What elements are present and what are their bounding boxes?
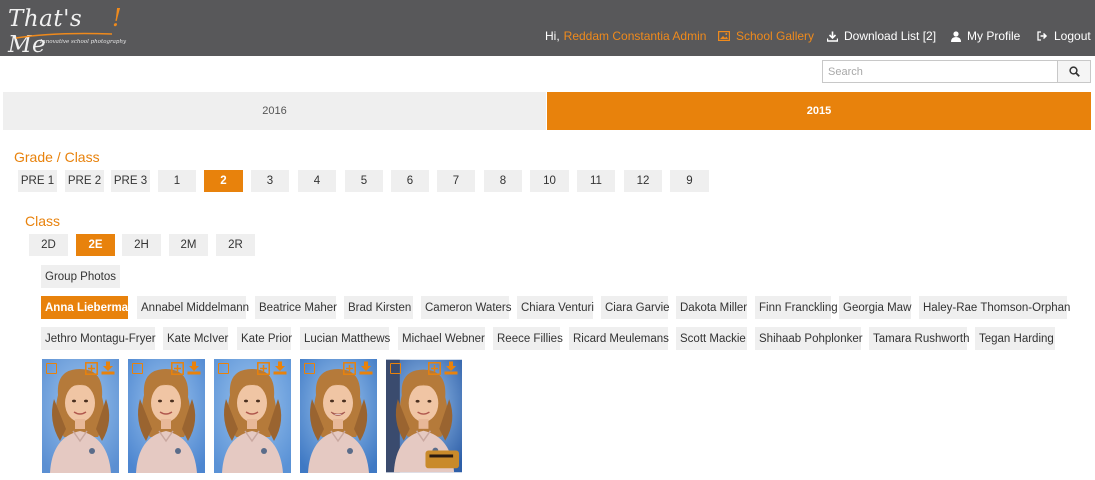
grade-chip-pre-3[interactable]: PRE 3: [111, 170, 150, 192]
download-icon[interactable]: [187, 361, 201, 375]
expand-icon[interactable]: [428, 362, 441, 375]
photo-toolbar: [128, 361, 205, 377]
expand-icon[interactable]: [257, 362, 270, 375]
select-checkbox-icon[interactable]: [132, 363, 143, 374]
student-haley-rae-thomson-orphan[interactable]: Haley-Rae Thomson-Orphan: [919, 296, 1070, 319]
student-georgia-maw[interactable]: Georgia Maw: [839, 296, 911, 319]
student-kate-prior[interactable]: Kate Prior: [237, 327, 292, 350]
student-tamara-rushworth[interactable]: Tamara Rushworth: [869, 327, 970, 350]
student-ciara-garvie[interactable]: Ciara Garvie: [601, 296, 670, 319]
class-chip-2m[interactable]: 2M: [169, 234, 208, 256]
top-navbar: That's Me ! Innovative school photograph…: [0, 0, 1095, 58]
grade-chip-5[interactable]: 5: [345, 170, 383, 192]
grade-class-heading: Grade / Class: [14, 149, 100, 165]
class-chip-2h[interactable]: 2H: [122, 234, 161, 256]
student-ricard-meulemans[interactable]: Ricard Meulemans: [569, 327, 669, 350]
download-icon[interactable]: [273, 361, 287, 375]
grade-chip-8[interactable]: 8: [484, 170, 522, 192]
my-profile-link[interactable]: My Profile: [951, 29, 1020, 43]
student-photo[interactable]: [214, 359, 291, 473]
student-annabel-middelmann[interactable]: Annabel Middelmann: [137, 296, 249, 319]
search-input[interactable]: [822, 60, 1057, 83]
grade-chip-4[interactable]: 4: [298, 170, 336, 192]
logo-exclamation: !: [112, 4, 122, 32]
user-name-link[interactable]: Reddam Constantia Admin: [564, 29, 707, 43]
school-gallery-label: School Gallery: [736, 29, 815, 43]
search-button[interactable]: [1057, 60, 1091, 83]
grade-chip-10[interactable]: 10: [530, 170, 569, 192]
class-chip-2e[interactable]: 2E: [76, 234, 115, 256]
class-chip-2r[interactable]: 2R: [216, 234, 255, 256]
thats-me-logo[interactable]: That's Me ! Innovative school photograph…: [6, 4, 127, 58]
download-list-link[interactable]: Download List [2]: [827, 29, 936, 43]
select-checkbox-icon[interactable]: [46, 363, 57, 374]
expand-icon[interactable]: [343, 362, 356, 375]
student-scott-mackie[interactable]: Scott Mackie: [676, 327, 747, 350]
student-chiara-venturi[interactable]: Chiara Venturi: [517, 296, 594, 319]
logout-icon: [1037, 31, 1048, 41]
grade-chip-2[interactable]: 2: [204, 170, 243, 192]
year-tab-2016[interactable]: 2016: [3, 92, 546, 130]
download-list-label: Download List [2]: [844, 29, 937, 43]
student-anna-lieberman[interactable]: Anna Lieberman: [41, 296, 135, 319]
student-reece-fillies[interactable]: Reece Fillies: [493, 327, 563, 350]
download-icon: [827, 31, 838, 42]
class-chip-2d[interactable]: 2D: [29, 234, 68, 256]
grade-chip-9[interactable]: 9: [670, 170, 709, 192]
student-kate-mciver[interactable]: Kate McIver: [163, 327, 228, 350]
select-checkbox-icon[interactable]: [390, 363, 401, 374]
student-jethro-montagu-fryer[interactable]: Jethro Montagu-Fryer: [41, 327, 156, 350]
student-tegan-harding[interactable]: Tegan Harding: [975, 327, 1055, 350]
class-heading: Class: [25, 213, 61, 229]
grade-chip-pre-2[interactable]: PRE 2: [65, 170, 104, 192]
expand-icon[interactable]: [85, 362, 98, 375]
select-checkbox-icon[interactable]: [304, 363, 315, 374]
grade-chip-7[interactable]: 7: [437, 170, 475, 192]
logout-label: Logout: [1054, 29, 1091, 43]
student-lucian-matthews[interactable]: Lucian Matthews: [300, 327, 390, 350]
select-checkbox-icon[interactable]: [218, 363, 229, 374]
download-icon[interactable]: [444, 361, 458, 375]
logo-tagline: Innovative school photography: [40, 39, 127, 45]
student-shihaab-pohplonker[interactable]: Shihaab Pohplonker: [755, 327, 863, 350]
search-bar: [822, 60, 1091, 83]
photo-toolbar: [386, 361, 462, 377]
download-icon[interactable]: [359, 361, 373, 375]
user-icon: [951, 30, 961, 42]
image-icon: [718, 31, 730, 41]
photo-toolbar: [42, 361, 119, 377]
expand-icon[interactable]: [171, 362, 184, 375]
student-beatrice-maher[interactable]: Beatrice Maher: [255, 296, 337, 319]
student-cameron-waters[interactable]: Cameron Waters: [421, 296, 512, 319]
student-photo[interactable]: [300, 359, 377, 473]
my-profile-label: My Profile: [967, 29, 1021, 43]
student-dakota-miller[interactable]: Dakota Miller: [676, 296, 747, 319]
school-gallery-link[interactable]: School Gallery: [718, 29, 814, 43]
photo-toolbar: [300, 361, 377, 377]
student-photo[interactable]: [128, 359, 205, 473]
grade-chip-6[interactable]: 6: [391, 170, 429, 192]
grade-chip-1[interactable]: 1: [158, 170, 196, 192]
student-finn-franckling[interactable]: Finn Franckling: [755, 296, 838, 319]
year-tab-2015[interactable]: 2015: [547, 92, 1091, 130]
search-icon: [1068, 66, 1080, 77]
student-photo[interactable]: [386, 359, 462, 473]
student-michael-webner[interactable]: Michael Webner: [398, 327, 485, 350]
greeting-text: Hi,: [545, 29, 560, 43]
download-icon[interactable]: [101, 361, 115, 375]
grade-chip-12[interactable]: 12: [624, 170, 662, 192]
group-photos-button[interactable]: Group Photos: [41, 265, 120, 288]
photo-toolbar: [214, 361, 291, 377]
logout-link[interactable]: Logout: [1037, 29, 1091, 43]
student-brad-kirsten[interactable]: Brad Kirsten: [344, 296, 413, 319]
grade-chip-pre-1[interactable]: PRE 1: [18, 170, 57, 192]
grade-chip-3[interactable]: 3: [251, 170, 289, 192]
student-photo[interactable]: [42, 359, 119, 473]
grade-chip-11[interactable]: 11: [577, 170, 615, 192]
greeting: Hi, Reddam Constantia Admin: [545, 29, 706, 43]
